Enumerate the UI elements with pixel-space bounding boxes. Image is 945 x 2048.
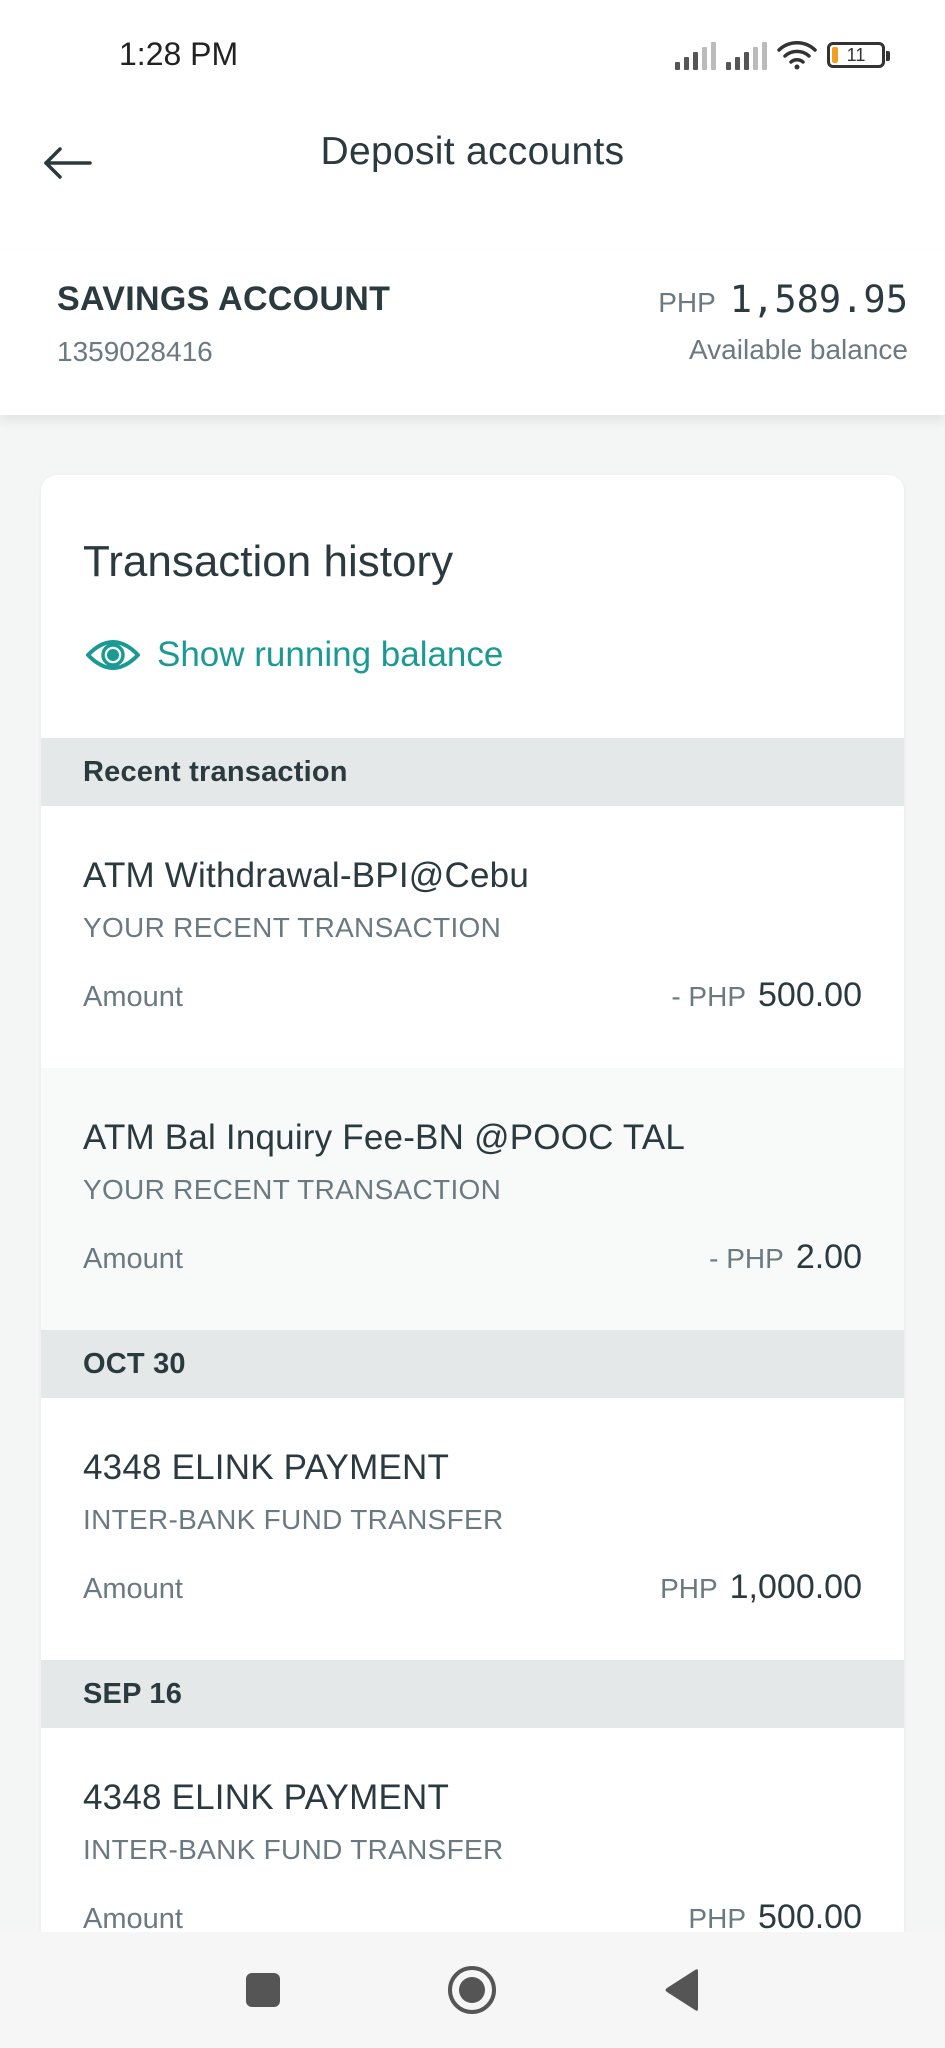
- amount-currency: - PHP: [709, 1243, 784, 1274]
- transaction-history-title: Transaction history: [83, 537, 454, 586]
- transaction-title: 4348 ELINK PAYMENT: [83, 1778, 450, 1817]
- amount-value: 2.00: [795, 1238, 862, 1276]
- amount-label: Amount: [83, 1243, 183, 1275]
- status-time: 1:28 PM: [119, 36, 239, 72]
- status-bar: 1:28 PM 11: [0, 0, 945, 110]
- account-name: SAVINGS ACCOUNT: [57, 280, 391, 318]
- transaction-type: YOUR RECENT TRANSACTION: [83, 912, 502, 943]
- page-title: Deposit accounts: [320, 130, 625, 173]
- balance-label: Available balance: [689, 334, 908, 365]
- show-running-balance-toggle[interactable]: Show running balance: [85, 635, 503, 675]
- back-nav-button[interactable]: [656, 1964, 708, 2016]
- wifi-icon: [777, 41, 817, 70]
- balance-currency: PHP: [658, 287, 716, 318]
- amount-currency: PHP: [688, 1903, 746, 1934]
- transaction-title: ATM Bal Inquiry Fee-BN @POOC TAL: [83, 1118, 686, 1157]
- transaction-title: ATM Withdrawal-BPI@Cebu: [83, 856, 529, 895]
- transaction-history-card: Transaction history Show running balance…: [41, 475, 904, 2048]
- recents-button[interactable]: [237, 1964, 289, 2016]
- transaction-type: YOUR RECENT TRANSACTION: [83, 1174, 502, 1205]
- triangle-back-icon: [665, 1969, 698, 2011]
- home-button[interactable]: [446, 1964, 498, 2016]
- transaction-row[interactable]: ATM Withdrawal-BPI@Cebu YOUR RECENT TRAN…: [41, 806, 904, 1068]
- account-number: 1359028416: [57, 336, 213, 367]
- amount-label: Amount: [83, 981, 183, 1013]
- circle-icon: [448, 1966, 496, 2014]
- transaction-amount: PHP 1,000.00: [660, 1568, 862, 1607]
- amount-value: 500.00: [758, 976, 862, 1014]
- transaction-row[interactable]: ATM Bal Inquiry Fee-BN @POOC TAL YOUR RE…: [41, 1068, 904, 1330]
- transaction-row[interactable]: 4348 ELINK PAYMENT INTER-BANK FUND TRANS…: [41, 1398, 904, 1660]
- battery-icon: 11: [827, 42, 890, 68]
- square-icon: [246, 1973, 280, 2007]
- balance-amount: 1,589.95: [729, 278, 908, 321]
- status-icons: 11: [675, 38, 890, 72]
- amount-currency: PHP: [660, 1573, 718, 1604]
- amount-currency: - PHP: [671, 981, 746, 1012]
- section-header: Recent transaction: [41, 738, 904, 806]
- account-summary: SAVINGS ACCOUNT 1359028416 PHP 1,589.95 …: [0, 250, 945, 415]
- eye-icon: [86, 640, 140, 670]
- amount-label: Amount: [83, 1573, 183, 1605]
- show-running-balance-label: Show running balance: [157, 635, 504, 674]
- amount-value: 1,000.00: [729, 1568, 862, 1606]
- battery-level: 11: [846, 44, 866, 65]
- account-balance: PHP 1,589.95: [658, 278, 908, 321]
- signal-icon: [675, 40, 716, 70]
- system-nav-bar: [0, 1932, 945, 2048]
- transaction-amount: - PHP 500.00: [671, 976, 862, 1015]
- section-header: OCT 30: [41, 1330, 904, 1398]
- transaction-type: INTER-BANK FUND TRANSFER: [83, 1504, 504, 1535]
- signal-icon: [726, 40, 767, 70]
- transaction-amount: - PHP 2.00: [709, 1238, 862, 1277]
- section-header: SEP 16: [41, 1660, 904, 1728]
- transaction-title: 4348 ELINK PAYMENT: [83, 1448, 450, 1487]
- transaction-type: INTER-BANK FUND TRANSFER: [83, 1834, 504, 1865]
